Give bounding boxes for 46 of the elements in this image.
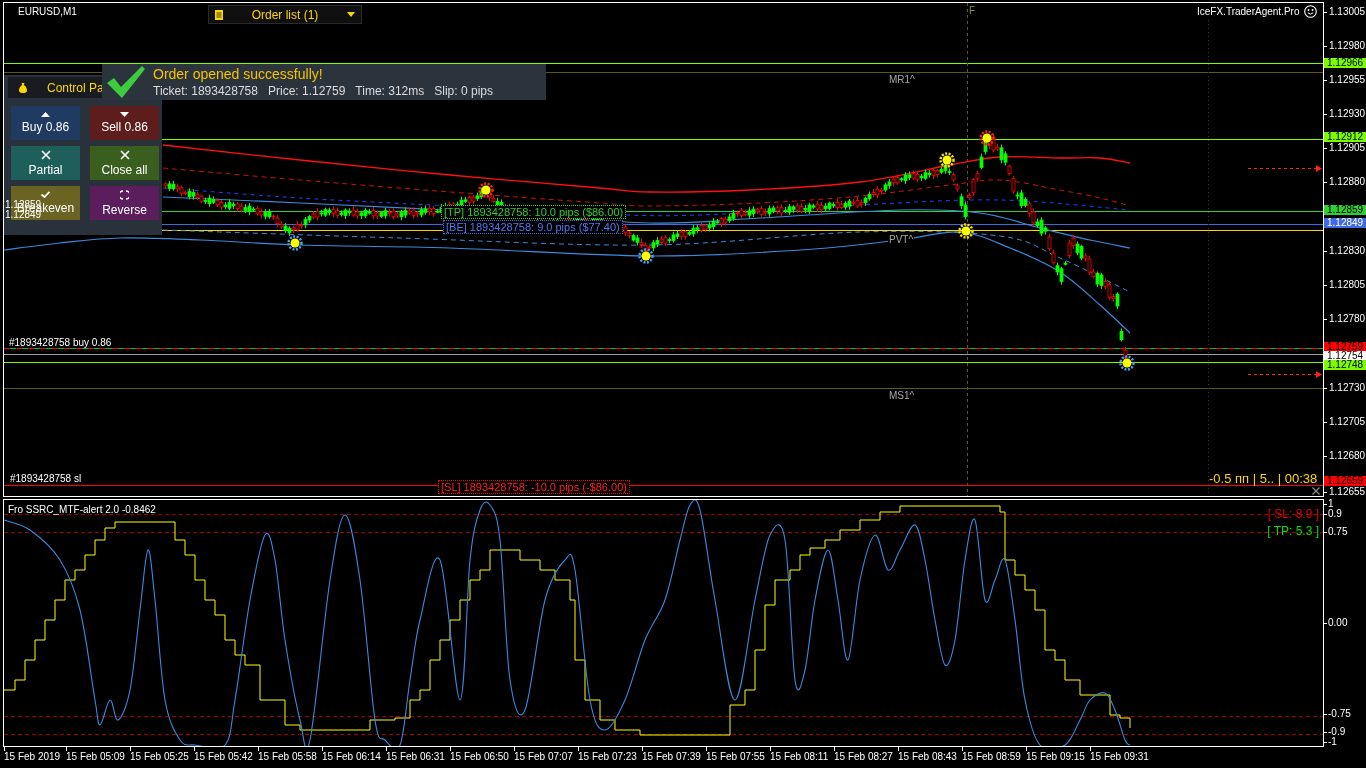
price-tick-label: 1.12805	[1329, 280, 1366, 290]
indicator-tick-label: 0.9	[1328, 509, 1342, 519]
price-marker: 1.12754	[1324, 351, 1366, 361]
time-label: 15 Feb 08:43	[898, 751, 957, 762]
time-label: 15 Feb 09:15	[1026, 751, 1085, 762]
price-tick-label: 1.12780	[1329, 314, 1366, 324]
price-marker: 1.12849	[1324, 218, 1366, 228]
indicator-tick-label: -0.9	[1328, 727, 1346, 737]
time-label: 15 Feb 06:31	[386, 751, 445, 762]
price-marker: 1.12659	[1324, 476, 1366, 486]
time-label: 15 Feb 08:59	[962, 751, 1021, 762]
time-label: 15 Feb 08:11	[770, 751, 829, 762]
price-tick-label: 1.12955	[1329, 75, 1366, 85]
price-marker: 1.12759	[1324, 342, 1366, 352]
price-tick-label: 1.12980	[1329, 41, 1366, 51]
time-label: 15 Feb 07:39	[642, 751, 701, 762]
indicator-tick-label: -1	[1328, 737, 1337, 747]
time-label: 15 Feb 07:23	[578, 751, 637, 762]
price-tick-label: 1.12655	[1329, 487, 1366, 497]
time-label: 15 Feb 05:42	[194, 751, 253, 762]
price-tick-label: 1.12680	[1329, 451, 1366, 461]
price-marker: 1.12859	[1324, 205, 1366, 215]
time-label: 15 Feb 09:31	[1090, 751, 1149, 762]
time-label: 15 Feb 06:14	[322, 751, 381, 762]
time-label: 15 Feb 05:25	[130, 751, 189, 762]
time-label: 15 Feb 07:55	[706, 751, 765, 762]
price-tick-label: 1.12880	[1329, 177, 1366, 187]
price-tick-label: 1.12905	[1329, 143, 1366, 153]
price-tick-label: 1.12830	[1329, 246, 1366, 256]
time-label: 15 Feb 06:50	[450, 751, 509, 762]
price-tick-label: 1.13005	[1329, 7, 1366, 17]
time-label: 15 Feb 07:07	[514, 751, 573, 762]
price-tick-label: 1.12930	[1329, 109, 1366, 119]
indicator-tick-label: -0.75	[1328, 709, 1351, 719]
time-label: 15 Feb 2019	[4, 751, 61, 762]
time-label: 15 Feb 05:09	[66, 751, 125, 762]
price-tick-label: 1.12705	[1329, 417, 1366, 427]
price-marker: 1.12912	[1324, 132, 1366, 142]
time-label: 15 Feb 05:58	[258, 751, 317, 762]
indicator-tick-label: 1	[1328, 499, 1334, 509]
price-marker: 1.12966	[1324, 58, 1366, 68]
price-tick-label: 1.12730	[1329, 383, 1366, 393]
price-marker: 1.12748	[1324, 360, 1366, 370]
indicator-tick-label: 0.00	[1328, 618, 1348, 628]
time-label: 15 Feb 08:27	[834, 751, 893, 762]
indicator-tick-label: 0.75	[1328, 527, 1348, 537]
